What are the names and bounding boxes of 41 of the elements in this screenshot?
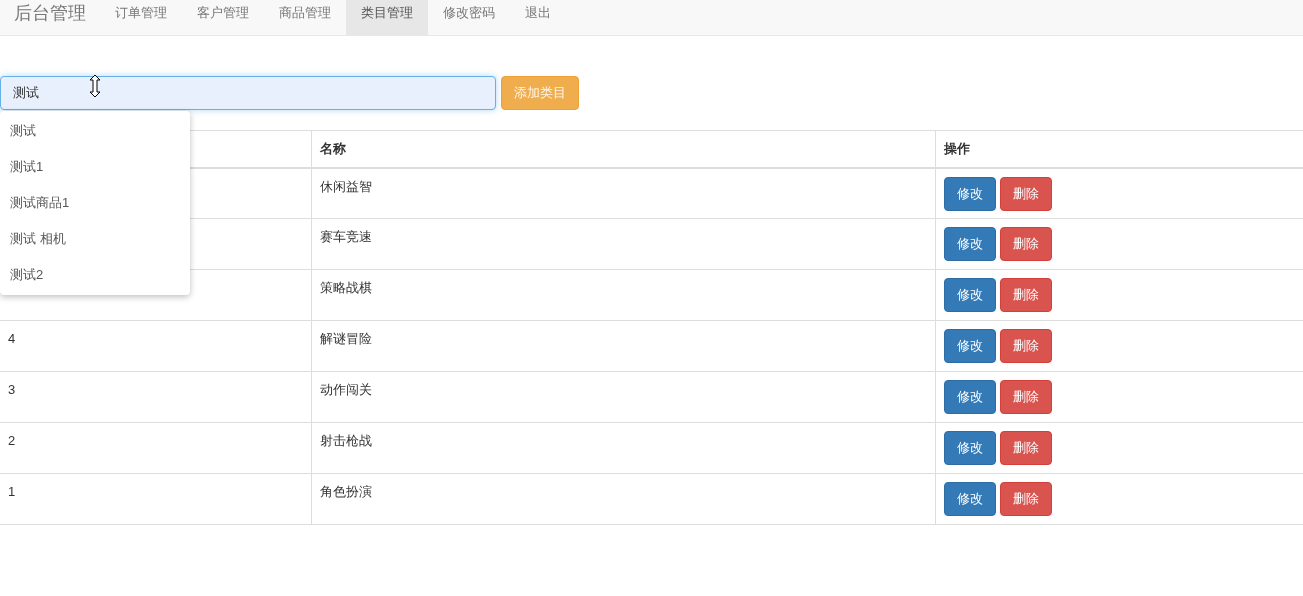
edit-button[interactable]: 修改 <box>943 482 996 516</box>
table-cell: 4 <box>8 331 16 346</box>
nav-tab[interactable]: 商品管理 <box>264 0 346 35</box>
table-cell: 2 <box>8 433 16 448</box>
delete-button[interactable]: 删除 <box>999 431 1052 465</box>
edit-button[interactable]: 修改 <box>943 380 996 414</box>
table-cell: 策略战棋 <box>319 280 372 295</box>
edit-button[interactable]: 修改 <box>943 227 996 261</box>
table-cell: 动作闯关 <box>319 382 372 397</box>
delete-button[interactable]: 删除 <box>999 380 1052 414</box>
suggestion-item[interactable]: 测试2 <box>10 265 44 285</box>
table-cell: 射击枪战 <box>319 433 372 448</box>
suggestion-item[interactable]: 测试商品1 <box>10 193 70 213</box>
table-cell: 3 <box>8 382 16 397</box>
edit-button[interactable]: 修改 <box>943 176 996 211</box>
nav-tab[interactable]: 类目管理 <box>346 0 428 35</box>
suggestion-item[interactable]: 测试 <box>10 121 36 141</box>
nav-tab[interactable]: 客户管理 <box>182 0 264 35</box>
delete-button[interactable]: 删除 <box>999 482 1052 516</box>
delete-button[interactable]: 删除 <box>999 329 1052 363</box>
brand-title[interactable]: 后台管理 <box>0 0 100 35</box>
category-input-field[interactable]: 测试 <box>0 76 496 110</box>
nav-tab[interactable]: 修改密码 <box>428 0 510 35</box>
table-cell: 赛车竞速 <box>319 229 372 244</box>
nav-tab[interactable]: 退出 <box>510 0 566 35</box>
table-cell: 角色扮演 <box>319 484 372 499</box>
column-header: 操作 <box>943 141 970 156</box>
table-cell: 解谜冒险 <box>319 331 372 346</box>
edit-button[interactable]: 修改 <box>943 278 996 312</box>
table-cell: 休闲益智 <box>319 178 372 194</box>
edit-button[interactable]: 修改 <box>943 329 996 363</box>
table-cell: 1 <box>8 484 16 499</box>
resize-cursor-icon <box>89 74 101 98</box>
suggestion-item[interactable]: 测试 相机 <box>10 229 66 249</box>
nav-tab[interactable]: 订单管理 <box>100 0 182 35</box>
suggestion-item[interactable]: 测试1 <box>10 157 44 177</box>
delete-button[interactable]: 删除 <box>999 227 1052 261</box>
delete-button[interactable]: 删除 <box>999 278 1052 312</box>
column-header: 名称 <box>319 141 346 156</box>
delete-button[interactable]: 删除 <box>999 176 1052 211</box>
edit-button[interactable]: 修改 <box>943 431 996 465</box>
